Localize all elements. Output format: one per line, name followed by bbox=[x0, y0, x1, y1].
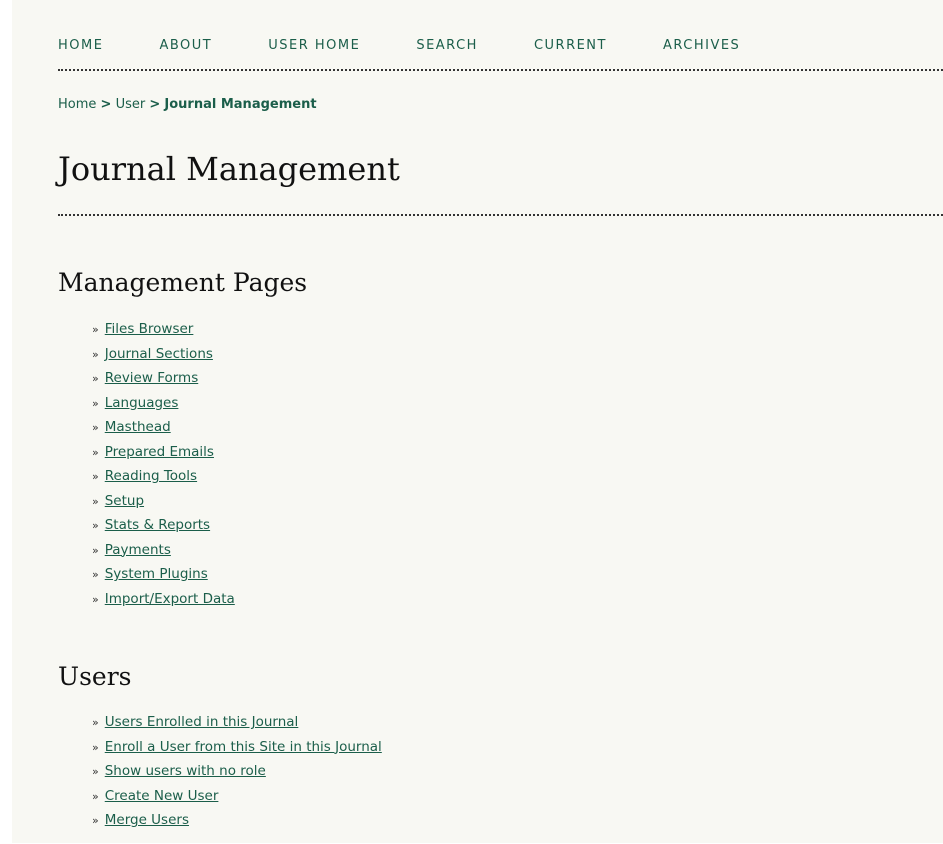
nav-link-about[interactable]: ABOUT bbox=[159, 38, 212, 53]
nav-menu: HOME ABOUT USER HOME SEARCH CURRENT ARCH… bbox=[58, 34, 740, 53]
system-plugins-link[interactable]: System Plugins bbox=[105, 566, 208, 582]
create-new-user-link[interactable]: Create New User bbox=[105, 788, 219, 804]
nav-item-archives: ARCHIVES bbox=[663, 34, 740, 53]
title-divider bbox=[58, 214, 943, 216]
bullet-icon: » bbox=[92, 470, 99, 483]
breadcrumb-current-link[interactable]: Journal Management bbox=[164, 97, 316, 112]
bullet-icon: » bbox=[92, 421, 99, 434]
page: HOME ABOUT USER HOME SEARCH CURRENT ARCH… bbox=[12, 0, 943, 843]
breadcrumb-separator: > bbox=[100, 97, 112, 112]
masthead-link[interactable]: Masthead bbox=[105, 419, 171, 435]
list-item: » Import/Export Data bbox=[92, 588, 235, 613]
list-item: » Journal Sections bbox=[92, 343, 235, 368]
bullet-icon: » bbox=[92, 543, 99, 557]
review-forms-link[interactable]: Review Forms bbox=[105, 370, 199, 386]
list-item: » Enroll a User from this Site in this Jo… bbox=[92, 736, 382, 761]
nav-item-home: HOME bbox=[58, 34, 103, 53]
journal-sections-link[interactable]: Journal Sections bbox=[105, 346, 213, 362]
users-enrolled-link[interactable]: Users Enrolled in this Journal bbox=[105, 714, 299, 730]
list-item: » System Plugins bbox=[92, 563, 235, 588]
management-pages-heading: Management Pages bbox=[58, 268, 308, 297]
setup-link[interactable]: Setup bbox=[105, 493, 144, 509]
list-item: » Files Browser bbox=[92, 318, 235, 343]
list-item: » Setup bbox=[92, 490, 235, 515]
bullet-icon: » bbox=[92, 592, 99, 606]
bullet-icon: » bbox=[92, 716, 99, 729]
bullet-icon: » bbox=[92, 740, 99, 754]
nav-link-home[interactable]: HOME bbox=[58, 38, 103, 53]
bullet-icon: » bbox=[92, 568, 99, 581]
list-item: » Masthead bbox=[92, 416, 235, 441]
top-navigation: HOME ABOUT USER HOME SEARCH CURRENT ARCH… bbox=[12, 0, 943, 72]
nav-item-about: ABOUT bbox=[159, 34, 212, 53]
bullet-icon: » bbox=[92, 519, 99, 532]
users-heading: Users bbox=[58, 662, 132, 691]
reading-tools-link[interactable]: Reading Tools bbox=[105, 468, 197, 484]
list-item: » Users Enrolled in this Journal bbox=[92, 711, 382, 736]
list-item: » Stats & Reports bbox=[92, 514, 235, 539]
bullet-icon: » bbox=[92, 347, 99, 361]
files-browser-link[interactable]: Files Browser bbox=[105, 321, 194, 337]
list-item: » Prepared Emails bbox=[92, 441, 235, 466]
nav-link-user-home[interactable]: USER HOME bbox=[268, 38, 360, 53]
bullet-icon: » bbox=[92, 323, 99, 336]
list-item: » Show users with no role bbox=[92, 760, 382, 785]
bullet-icon: » bbox=[92, 765, 99, 778]
merge-users-link[interactable]: Merge Users bbox=[105, 812, 189, 828]
nav-link-search[interactable]: SEARCH bbox=[416, 38, 478, 53]
import-export-data-link[interactable]: Import/Export Data bbox=[105, 591, 235, 607]
list-item: » Create New User bbox=[92, 785, 382, 810]
list-item: » Merge Users bbox=[92, 809, 382, 834]
nav-item-user-home: USER HOME bbox=[268, 34, 360, 53]
nav-divider bbox=[58, 69, 943, 71]
breadcrumb-home-link[interactable]: Home bbox=[58, 97, 96, 112]
users-list: » Users Enrolled in this Journal » Enroll … bbox=[92, 711, 382, 834]
bullet-icon: » bbox=[92, 814, 99, 827]
bullet-icon: » bbox=[92, 396, 99, 410]
bullet-icon: » bbox=[92, 445, 99, 459]
nav-link-archives[interactable]: ARCHIVES bbox=[663, 38, 740, 53]
bullet-icon: » bbox=[92, 372, 99, 385]
list-item: » Payments bbox=[92, 539, 235, 564]
page-title: Journal Management bbox=[58, 150, 400, 188]
management-pages-list: » Files Browser » Journal Sections » Review… bbox=[92, 318, 235, 612]
languages-link[interactable]: Languages bbox=[105, 395, 179, 411]
breadcrumb-user-link[interactable]: User bbox=[116, 97, 146, 112]
breadcrumb: Home > User > Journal Management bbox=[58, 97, 317, 112]
list-item: » Review Forms bbox=[92, 367, 235, 392]
bullet-icon: » bbox=[92, 789, 99, 803]
prepared-emails-link[interactable]: Prepared Emails bbox=[105, 444, 214, 460]
enroll-user-link[interactable]: Enroll a User from this Site in this Jou… bbox=[105, 739, 382, 755]
bullet-icon: » bbox=[92, 494, 99, 508]
breadcrumb-separator: > bbox=[149, 97, 161, 112]
payments-link[interactable]: Payments bbox=[105, 542, 171, 558]
list-item: » Languages bbox=[92, 392, 235, 417]
nav-item-current: CURRENT bbox=[534, 34, 607, 53]
nav-item-search: SEARCH bbox=[416, 34, 478, 53]
nav-link-current[interactable]: CURRENT bbox=[534, 38, 607, 53]
stats-reports-link[interactable]: Stats & Reports bbox=[105, 517, 210, 533]
list-item: » Reading Tools bbox=[92, 465, 235, 490]
show-users-no-role-link[interactable]: Show users with no role bbox=[105, 763, 266, 779]
